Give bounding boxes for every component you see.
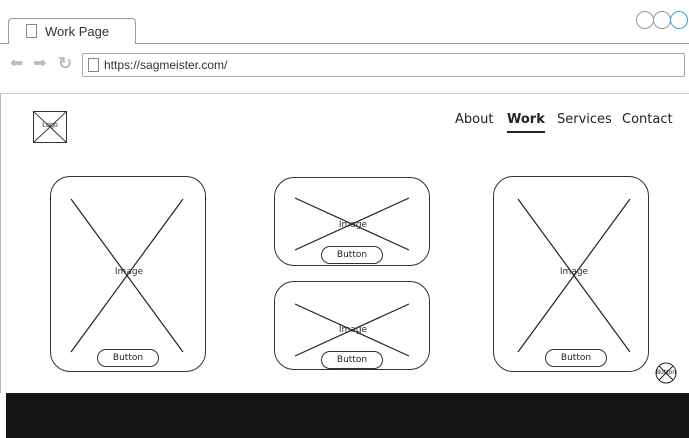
round-button-label: Button [655, 369, 677, 376]
logo-placeholder[interactable]: Logo [33, 111, 67, 143]
page-icon [88, 58, 99, 72]
window-button-2[interactable] [653, 11, 671, 29]
work-card-1[interactable]: Image Button [50, 176, 206, 372]
window-button-1[interactable] [636, 11, 654, 29]
card-button[interactable]: Button [545, 349, 607, 367]
card-button[interactable]: Button [97, 349, 159, 367]
work-card-4[interactable]: Image Button [493, 176, 649, 372]
nav-contact[interactable]: Contact [622, 112, 673, 127]
nav-services[interactable]: Services [557, 112, 612, 127]
window-button-3[interactable] [670, 11, 688, 29]
image-label: Image [338, 325, 368, 335]
image-label: Image [114, 267, 144, 277]
chrome-divider [0, 93, 689, 94]
floating-round-button[interactable]: Button [655, 362, 677, 384]
nav-about[interactable]: About [455, 112, 493, 127]
work-card-3[interactable]: Image Button [274, 281, 430, 370]
card-button[interactable]: Button [321, 246, 383, 264]
nav-work[interactable]: Work [507, 112, 545, 127]
address-bar[interactable]: https://sagmeister.com/ [82, 53, 685, 77]
browser-chrome: Work Page ⬅ ➡ ↻ https://sagmeister.com/ [0, 0, 689, 94]
reload-icon[interactable]: ↻ [58, 55, 72, 72]
tab-title: Work Page [45, 24, 110, 39]
logo-label: Logo [42, 122, 58, 129]
image-label: Image [559, 267, 589, 277]
page-icon [26, 24, 37, 38]
forward-arrow-icon[interactable]: ➡ [33, 56, 46, 72]
back-arrow-icon[interactable]: ⬅ [10, 56, 23, 72]
card-button[interactable]: Button [321, 351, 383, 369]
browser-tab[interactable]: Work Page [8, 18, 136, 44]
active-nav-underline [507, 131, 545, 133]
image-label: Image [338, 220, 368, 230]
browser-window: Work Page ⬅ ➡ ↻ https://sagmeister.com/ … [0, 0, 689, 438]
url-text[interactable]: https://sagmeister.com/ [104, 58, 227, 72]
work-card-2[interactable]: Image Button [274, 177, 430, 266]
footer [6, 393, 689, 438]
